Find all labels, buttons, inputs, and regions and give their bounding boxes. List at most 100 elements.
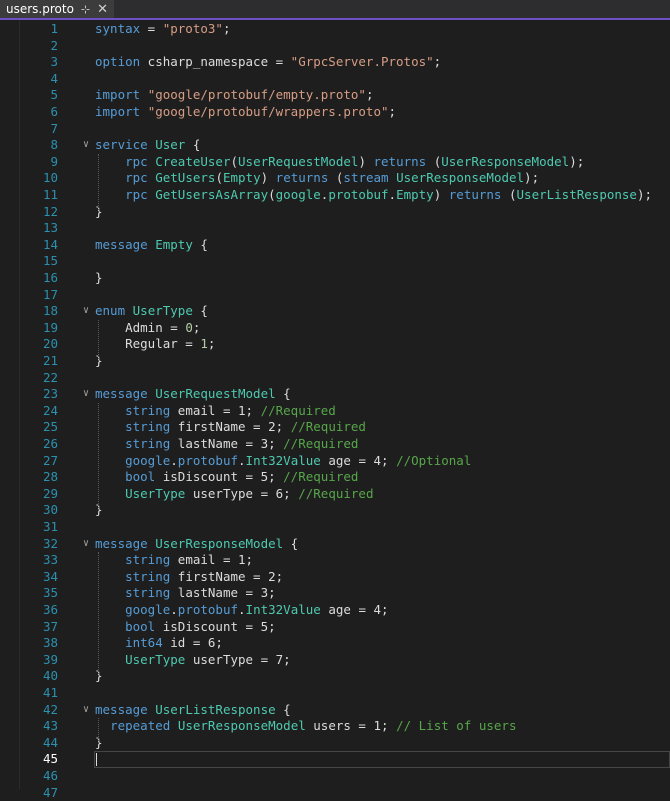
fold-chevron-icon[interactable]: ∨: [83, 536, 89, 553]
code-line[interactable]: 1 syntax = "proto3";: [0, 21, 670, 38]
tab-users-proto[interactable]: users.proto ⊹ ✕: [0, 0, 115, 18]
code-line[interactable]: 31: [0, 519, 670, 536]
code-line[interactable]: 45: [0, 751, 670, 769]
current-line-highlight: [94, 751, 670, 769]
code-line[interactable]: 2: [0, 38, 670, 55]
line-number: 6: [50, 104, 58, 119]
line-number: 33: [42, 552, 58, 568]
code-text: string email = 1; //Required: [125, 402, 336, 418]
code-line[interactable]: 37 bool isDiscount = 5;: [0, 619, 670, 636]
code-text: string firstName = 2;: [125, 568, 284, 584]
code-line[interactable]: 13: [0, 220, 670, 237]
line-number: 25: [42, 419, 58, 435]
code-line[interactable]: 38 int64 id = 6;: [0, 635, 670, 652]
code-line[interactable]: 27 google.protobuf.Int32Value age = 4; /…: [0, 453, 670, 470]
line-number: 36: [42, 602, 58, 617]
code-line[interactable]: 34 string firstName = 2;: [0, 569, 670, 586]
code-line[interactable]: 46: [0, 768, 670, 785]
code-line[interactable]: 35 string lastName = 3;: [0, 585, 670, 602]
code-text: syntax = "proto3";: [95, 21, 231, 36]
indent-guide: [98, 319, 99, 361]
code-line[interactable]: 47: [0, 785, 670, 801]
code-line[interactable]: 21}: [0, 353, 670, 370]
line-number: 16: [42, 270, 58, 285]
fold-chevron-icon[interactable]: ∨: [83, 386, 89, 403]
line-number: 21: [42, 353, 58, 368]
code-text: string lastName = 3; //Required: [125, 436, 359, 451]
code-line[interactable]: 11 rpc GetUsersAsArray(google.protobuf.E…: [0, 187, 670, 204]
close-icon[interactable]: ✕: [97, 2, 108, 17]
fold-chevron-icon[interactable]: ∨: [83, 137, 89, 154]
line-number: 37: [42, 618, 58, 634]
code-line[interactable]: 28 bool isDiscount = 5; //Required: [0, 469, 670, 486]
code-line[interactable]: 32 ∨ message UserResponseModel {: [0, 536, 670, 553]
code-line[interactable]: 26 string lastName = 3; //Required: [0, 436, 670, 453]
line-number: 23: [42, 386, 58, 402]
line-number: 30: [42, 502, 58, 518]
line-number: 34: [42, 568, 58, 584]
code-text: bool isDiscount = 5; //Required: [125, 469, 359, 485]
line-number: 45: [42, 751, 58, 767]
code-line[interactable]: 6 import "google/protobuf/wrappers.proto"…: [0, 104, 670, 121]
code-line[interactable]: 41: [0, 685, 670, 702]
line-number: 46: [42, 768, 58, 783]
code-line[interactable]: 4: [0, 71, 670, 88]
line-number: 4: [50, 70, 58, 86]
code-line[interactable]: 40}: [0, 668, 670, 685]
code-line[interactable]: 5 import "google/protobuf/empty.proto";: [0, 87, 670, 104]
code-line[interactable]: 19 Admin = 0;: [0, 320, 670, 337]
line-number: 3: [50, 54, 58, 70]
code-line[interactable]: 17: [0, 287, 670, 304]
code-line[interactable]: 43 repeated UserResponseModel users = 1;…: [0, 718, 670, 735]
code-line[interactable]: 42 ∨ message UserListResponse {: [0, 702, 670, 719]
code-line[interactable]: 8 ∨ service User {: [0, 137, 670, 154]
code-text: }: [95, 270, 103, 285]
code-line[interactable]: 24 string email = 1; //Required: [0, 403, 670, 420]
code-line[interactable]: 22: [0, 370, 670, 387]
tab-bar: users.proto ⊹ ✕: [0, 0, 670, 20]
code-line[interactable]: 3 option csharp_namespace = "GrpcServer.P…: [0, 54, 670, 71]
code-text: message UserResponseModel {: [95, 535, 299, 551]
code-line[interactable]: 18 ∨ enum UserType {: [0, 303, 670, 320]
code-line[interactable]: 14 message Empty {: [0, 237, 670, 254]
code-line[interactable]: 10 rpc GetUsers(Empty) returns (stream U…: [0, 170, 670, 187]
code-line[interactable]: 20 Regular = 1;: [0, 336, 670, 353]
code-text: string email = 1;: [125, 552, 254, 568]
line-number: 12: [42, 203, 58, 219]
pin-icon[interactable]: ⊹: [81, 3, 90, 16]
code-line[interactable]: 39 UserType userType = 7;: [0, 652, 670, 669]
code-line[interactable]: 33 string email = 1;: [0, 552, 670, 569]
code-line[interactable]: 29 UserType userType = 6; //Required: [0, 486, 670, 503]
tab-filename: users.proto: [6, 2, 74, 16]
code-line[interactable]: 16}: [0, 270, 670, 287]
code-text: message Empty {: [95, 236, 208, 252]
code-line[interactable]: 12}: [0, 204, 670, 221]
code-text: import "google/protobuf/empty.proto";: [95, 87, 374, 103]
line-number: 26: [42, 436, 58, 451]
code-line[interactable]: 25 string firstName = 2; //Required: [0, 419, 670, 436]
line-number: 11: [42, 187, 58, 202]
fold-chevron-icon[interactable]: ∨: [83, 303, 89, 320]
code-text: google.protobuf.Int32Value age = 4;: [125, 602, 389, 617]
code-line[interactable]: 9 rpc CreateUser(UserRequestModel) retur…: [0, 154, 670, 171]
code-line[interactable]: 44}: [0, 735, 670, 752]
code-line[interactable]: 30}: [0, 502, 670, 519]
line-number: 32: [42, 535, 58, 551]
code-line[interactable]: 23 ∨ message UserRequestModel {: [0, 386, 670, 403]
line-number: 40: [42, 668, 58, 684]
code-line[interactable]: 15: [0, 253, 670, 270]
line-number: 10: [42, 170, 58, 186]
line-number: 19: [42, 319, 58, 335]
code-text: message UserRequestModel {: [95, 386, 291, 402]
code-editor[interactable]: 1 syntax = "proto3"; 2 3 option csharp_names…: [0, 20, 670, 800]
line-number: 44: [42, 734, 58, 750]
fold-chevron-icon[interactable]: ∨: [83, 702, 89, 719]
line-number: 47: [42, 784, 58, 800]
line-number: 5: [50, 87, 58, 103]
line-number: 20: [42, 336, 58, 352]
code-line[interactable]: 36 google.protobuf.Int32Value age = 4;: [0, 602, 670, 619]
code-text: bool isDiscount = 5;: [125, 618, 276, 634]
line-number: 31: [42, 519, 58, 534]
line-number: 29: [42, 485, 58, 501]
code-line[interactable]: 7: [0, 121, 670, 138]
